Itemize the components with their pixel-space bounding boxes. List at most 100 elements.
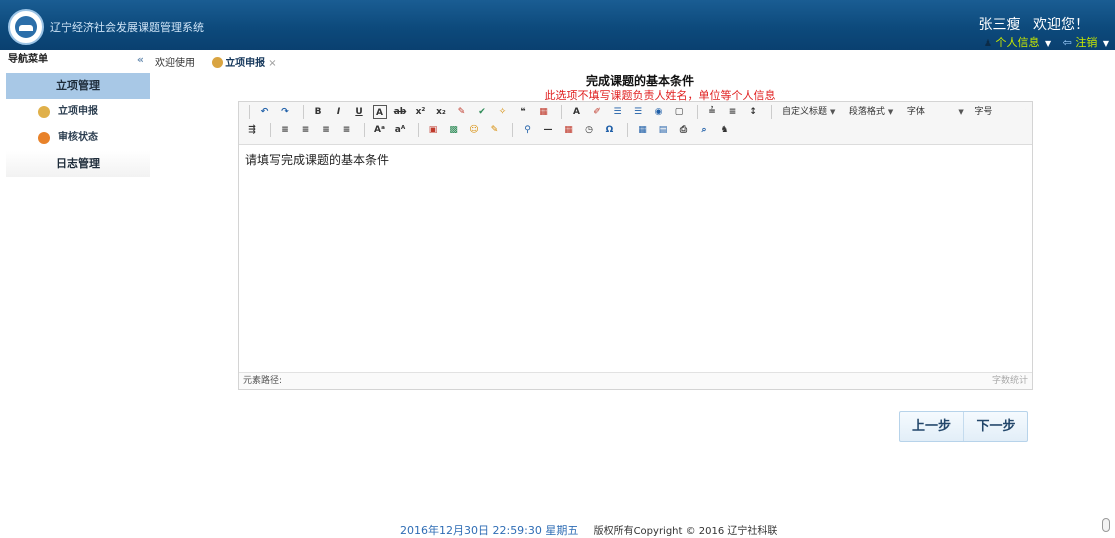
align-center-icon[interactable]: ≡	[299, 123, 313, 137]
table-icon[interactable]: ▦	[636, 123, 650, 137]
uppercase-icon[interactable]: Aᵃ	[373, 123, 387, 137]
paste-plain-icon[interactable]: ▦	[537, 105, 551, 119]
app-title: 辽宁经济社会发展课题管理系统	[50, 19, 204, 35]
separator	[697, 105, 698, 119]
tab-label: 欢迎使用	[155, 58, 195, 69]
chevron-down-icon: ▼	[830, 108, 835, 116]
date-icon[interactable]: ▦	[562, 123, 576, 137]
logout-link-label: 注销	[1075, 36, 1097, 49]
separator	[512, 123, 513, 137]
strikethrough-icon[interactable]: ab	[393, 105, 407, 119]
clear-format-icon[interactable]: ✧	[496, 105, 510, 119]
select-value: 段落格式	[849, 107, 885, 117]
align-justify-icon[interactable]: ≡	[340, 123, 354, 137]
underline-icon[interactable]: U	[352, 105, 366, 119]
sidebar: 导航菜单 « 立项管理 立项申报 审核状态 日志管理	[0, 50, 150, 535]
lowercase-icon[interactable]: aᴬ	[393, 123, 407, 137]
header-bar: 辽宁经济社会发展课题管理系统 张三瘦 欢迎您！ ♟ 个人信息 ▼ ⇦ 注销 ▼	[0, 0, 1115, 50]
gear-icon	[38, 106, 50, 118]
blockquote-icon[interactable]: ❝	[516, 105, 530, 119]
user-links: ♟ 个人信息 ▼ ⇦ 注销 ▼	[976, 34, 1109, 50]
welcome-text: 欢迎您！	[1033, 17, 1089, 33]
profile-link-label: 个人信息	[995, 36, 1039, 49]
template-icon[interactable]: ▤	[656, 123, 670, 137]
separator	[249, 105, 250, 119]
italic-icon[interactable]: I	[332, 105, 346, 119]
sidebar-group-log[interactable]: 日志管理	[6, 151, 150, 177]
gear-icon	[212, 57, 223, 68]
align-left-icon[interactable]: ≡	[278, 123, 292, 137]
separator	[561, 105, 562, 119]
ordered-list-icon[interactable]: ☰	[611, 105, 625, 119]
sidebar-item-review-status[interactable]: 审核状态	[0, 125, 150, 151]
auto-type-icon[interactable]: ✔	[475, 105, 489, 119]
unordered-list-icon[interactable]: ☰	[631, 105, 645, 119]
tab-apply[interactable]: 立项申报×	[212, 54, 276, 69]
rich-text-editor: ↶ ↷ B I U A ab x² x₂ ✎ ✔ ✧ ❝ ▦ A ✐ ☰ ☰ ◉…	[238, 101, 1033, 390]
heading-select[interactable]: 自定义标题▼	[779, 105, 838, 119]
scroll-handle[interactable]	[1102, 518, 1110, 532]
undo-icon[interactable]: ↶	[258, 105, 272, 119]
subscript-icon[interactable]: x₂	[434, 105, 448, 119]
profile-link[interactable]: ♟ 个人信息 ▼	[984, 36, 1055, 49]
select-value: 字体	[907, 107, 925, 117]
size-select[interactable]: 字号▼	[971, 105, 1026, 119]
separator	[771, 105, 772, 119]
preview-icon[interactable]: ⌕	[697, 123, 711, 137]
sidebar-item-label: 审核状态	[58, 132, 98, 143]
logout-icon: ⇦	[1063, 36, 1072, 49]
font-select[interactable]: 字体▼	[904, 105, 964, 119]
time-icon[interactable]: ◷	[582, 123, 596, 137]
user-icon: ♟	[984, 39, 992, 49]
font-color-icon[interactable]: A	[570, 105, 584, 119]
clear-doc-icon[interactable]: ▢	[672, 105, 686, 119]
superscript-icon[interactable]: x²	[414, 105, 428, 119]
separator	[627, 123, 628, 137]
emotion-icon[interactable]: ☺	[467, 123, 481, 137]
attachment-icon[interactable]: ⚲	[521, 123, 535, 137]
sidebar-group-project[interactable]: 立项管理	[6, 73, 150, 99]
greeting: 张三瘦 欢迎您！	[971, 14, 1089, 34]
font-border-icon[interactable]: A	[373, 105, 387, 119]
redo-icon[interactable]: ↷	[278, 105, 292, 119]
logo-icon	[8, 9, 44, 45]
separator	[270, 123, 271, 137]
multi-image-icon[interactable]: ▩	[447, 123, 461, 137]
search-replace-icon[interactable]: ♞	[718, 123, 732, 137]
chevron-down-icon: ▼	[888, 108, 893, 116]
scrawl-icon[interactable]: ✎	[488, 123, 502, 137]
editor-status-bar: 元素路径: 字数统计	[239, 372, 1032, 389]
tab-bar: 欢迎使用 立项申报×	[155, 54, 291, 70]
indent-icon[interactable]: ⇶	[245, 123, 259, 137]
paragraph-select[interactable]: 段落格式▼	[846, 105, 896, 119]
close-icon[interactable]: ×	[268, 58, 276, 69]
sidebar-header: 导航菜单 «	[0, 50, 150, 70]
editor-toolbar: ↶ ↷ B I U A ab x² x₂ ✎ ✔ ✧ ❝ ▦ A ✐ ☰ ☰ ◉…	[239, 102, 1032, 145]
collapse-icon[interactable]: «	[137, 50, 144, 70]
logout-link[interactable]: ⇦ 注销 ▼	[1063, 36, 1109, 49]
row-spacing-top-icon[interactable]: ≟	[705, 105, 719, 119]
footer-datetime: 2016年12月30日 22:59:30 星期五	[400, 524, 578, 537]
word-count-label: 字数统计	[992, 373, 1028, 389]
tab-welcome[interactable]: 欢迎使用	[155, 54, 195, 69]
format-match-icon[interactable]: ✎	[455, 105, 469, 119]
next-step-button[interactable]: 下一步	[964, 412, 1028, 441]
special-char-icon[interactable]: Ω	[603, 123, 617, 137]
sidebar-item-apply[interactable]: 立项申报	[0, 99, 150, 125]
print-icon[interactable]: ⎙	[677, 123, 691, 137]
separator	[418, 123, 419, 137]
line-height-icon[interactable]: ↕	[746, 105, 760, 119]
highlight-icon[interactable]: ✐	[590, 105, 604, 119]
sidebar-item-label: 立项申报	[58, 106, 98, 117]
editor-content-area[interactable]: 请填写完成课题的基本条件	[239, 145, 1032, 372]
bold-icon[interactable]: B	[311, 105, 325, 119]
image-icon[interactable]: ▣	[426, 123, 440, 137]
horizontal-rule-icon[interactable]: —	[541, 123, 555, 137]
row-spacing-bottom-icon[interactable]: ≡	[726, 105, 740, 119]
user-name: 张三瘦	[979, 17, 1021, 33]
toolbar-row-2: ⇶ ≡ ≡ ≡ ≡ Aᵃ aᴬ ▣ ▩ ☺ ✎ ⚲ — ▦ ◷ Ω ▦ ▤ ⎙ …	[245, 123, 1026, 141]
separator	[303, 105, 304, 119]
prev-step-button[interactable]: 上一步	[900, 412, 964, 441]
select-all-icon[interactable]: ◉	[652, 105, 666, 119]
align-right-icon[interactable]: ≡	[319, 123, 333, 137]
